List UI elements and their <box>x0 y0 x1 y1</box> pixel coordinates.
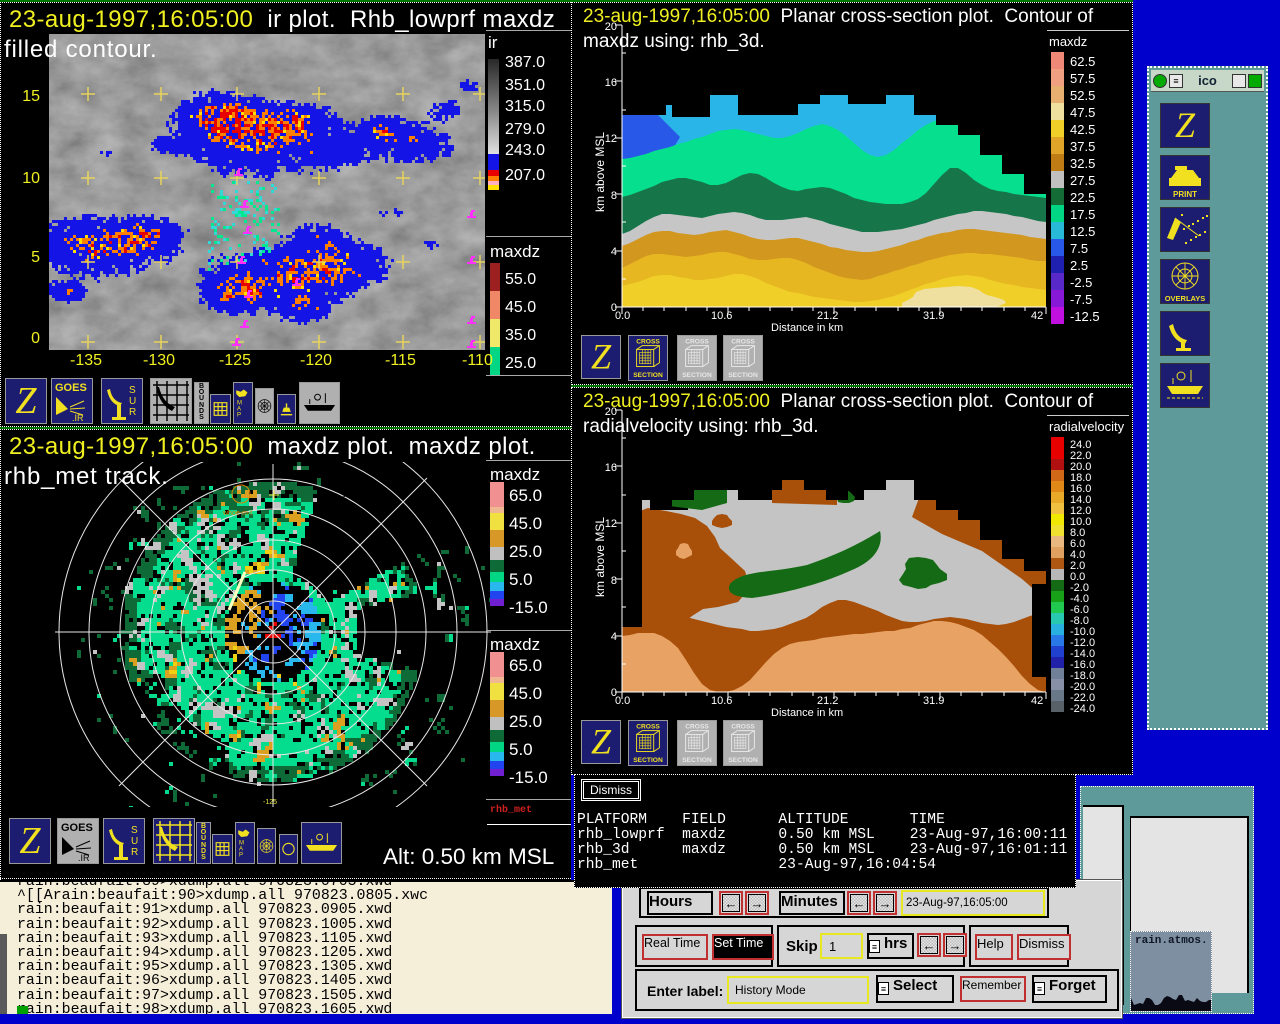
svg-text:CROSS: CROSS <box>636 339 660 346</box>
svg-text:R: R <box>131 847 138 858</box>
svg-text:SECTION: SECTION <box>633 372 663 379</box>
svg-text:CROSS: CROSS <box>685 339 709 346</box>
svg-text:P: P <box>239 853 243 859</box>
svg-text:SECTION: SECTION <box>682 372 712 379</box>
svg-text:S: S <box>131 825 138 836</box>
svg-text:GOES: GOES <box>61 822 93 834</box>
svg-text:Z: Z <box>1175 105 1196 145</box>
svg-text:-125: -125 <box>263 799 277 806</box>
svg-text:SECTION: SECTION <box>633 757 663 764</box>
svg-text:A: A <box>237 407 241 413</box>
svg-text:CROSS: CROSS <box>636 724 660 731</box>
svg-text:.IR: .IR <box>78 853 90 863</box>
svg-text:U: U <box>131 836 138 847</box>
svg-text:OVERLAYS: OVERLAYS <box>1165 294 1206 303</box>
svg-text:whoe-m-t: whoe-m-t <box>222 510 252 517</box>
svg-text:A: A <box>239 847 243 853</box>
svg-text:Z: Z <box>15 380 37 422</box>
svg-text:SECTION: SECTION <box>728 372 758 379</box>
svg-text:Z: Z <box>19 820 41 862</box>
svg-text:U: U <box>129 396 136 407</box>
svg-text:Z: Z <box>591 336 612 376</box>
svg-text:GOES: GOES <box>55 382 87 394</box>
svg-text:M: M <box>239 841 244 847</box>
svg-text:CROSS: CROSS <box>685 724 709 731</box>
svg-text:S: S <box>129 385 136 396</box>
svg-text:SECTION: SECTION <box>728 757 758 764</box>
svg-text:.IR: .IR <box>72 413 84 423</box>
svg-text:SECTION: SECTION <box>682 757 712 764</box>
svg-text:CROSS: CROSS <box>731 339 755 346</box>
svg-text:Z: Z <box>591 721 612 761</box>
svg-text:M: M <box>237 401 242 407</box>
svg-text:P: P <box>237 413 241 419</box>
svg-text:CROSS: CROSS <box>731 724 755 731</box>
svg-text:PRINT: PRINT <box>1173 190 1197 199</box>
svg-text:R: R <box>129 407 136 418</box>
